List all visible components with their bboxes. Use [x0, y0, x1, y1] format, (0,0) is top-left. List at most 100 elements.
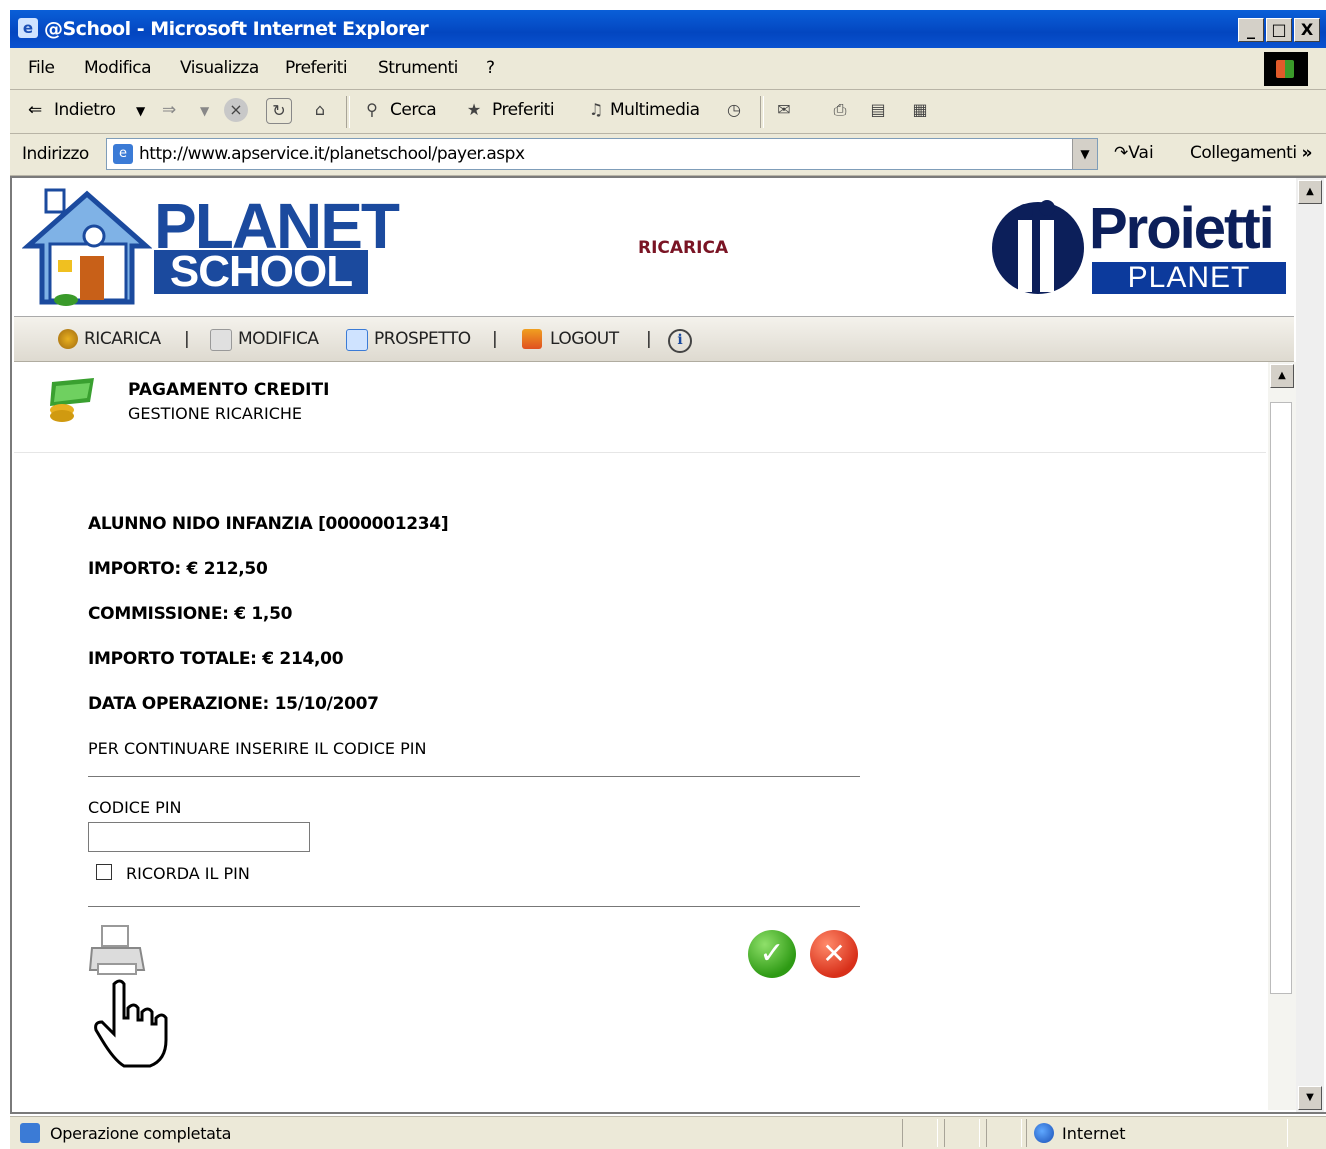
menu-help[interactable]: ? — [486, 58, 495, 78]
report-icon — [346, 329, 368, 351]
go-arrow-icon: ↷ — [1114, 143, 1129, 163]
content-scrollbar[interactable]: ▲ — [1268, 362, 1296, 1110]
scroll-down-icon[interactable]: ▼ — [1298, 1086, 1322, 1110]
toolbar-separator — [760, 96, 764, 128]
status-panel — [944, 1119, 980, 1147]
proietti-logo-icon — [992, 200, 1084, 294]
logout-icon — [522, 329, 542, 349]
page-icon: e — [113, 144, 133, 164]
media-button[interactable]: Multimedia — [610, 100, 700, 120]
nav-modifica[interactable]: MODIFICA — [238, 329, 319, 349]
student-name: ALUNNO NIDO INFANZIA [0000001234] — [88, 514, 449, 534]
discuss-icon[interactable]: ▦ — [908, 98, 932, 122]
pin-input[interactable] — [88, 822, 310, 852]
windows-logo-icon — [1264, 52, 1308, 86]
coin-icon — [58, 329, 78, 349]
pin-instruction: PER CONTINUARE INSERIRE IL CODICE PIN — [88, 739, 427, 758]
section-header: PAGAMENTO CREDITI GESTIONE RICARICHE — [14, 362, 1266, 453]
nav-bar: RICARICA | MODIFICA PROSPETTO | LOGOUT |… — [14, 317, 1294, 362]
back-arrow-icon[interactable]: ⇐ — [28, 100, 42, 120]
amount-value: IMPORTO: € 212,50 — [88, 559, 268, 579]
globe-icon — [1034, 1123, 1054, 1143]
remember-pin-label[interactable]: RICORDA IL PIN — [126, 864, 250, 883]
content-area — [14, 362, 1266, 1112]
media-icon[interactable]: ♫ — [584, 98, 608, 122]
toolbar-separator — [346, 96, 350, 128]
menu-strumenti[interactable]: Strumenti — [378, 58, 458, 78]
stop-icon[interactable]: × — [224, 98, 248, 122]
toolbar: ⇐ Indietro ▼ ⇒ ▼ × ↻ ⌂ ⚲ Cerca ★ Preferi… — [10, 90, 1326, 134]
zone-text: Internet — [1062, 1124, 1126, 1143]
site-header: PLANET SCHOOL RICARICA Proietti PLANET — [14, 180, 1294, 317]
back-dropdown-icon[interactable]: ▼ — [136, 104, 145, 118]
menu-modifica[interactable]: Modifica — [84, 58, 152, 78]
divider — [88, 906, 860, 907]
status-bar: Operazione completata Internet — [10, 1116, 1326, 1149]
scroll-up-icon[interactable]: ▲ — [1298, 180, 1322, 204]
address-url[interactable]: http://www.apservice.it/planetschool/pay… — [139, 144, 525, 164]
page-status-icon — [20, 1123, 40, 1143]
commission-value: COMMISSIONE: € 1,50 — [88, 604, 293, 624]
printer-icon[interactable] — [88, 924, 146, 980]
check-icon: ✓ — [759, 936, 785, 971]
edit-icon[interactable]: ▤ — [866, 98, 890, 122]
go-button[interactable]: ↷Vai — [1114, 143, 1154, 163]
money-icon — [50, 378, 94, 422]
content-scroll-up-icon[interactable]: ▲ — [1270, 364, 1294, 388]
brand-planet-text: PLANET — [1092, 262, 1286, 294]
back-button[interactable]: Indietro — [54, 100, 116, 120]
nav-logout[interactable]: LOGOUT — [550, 329, 619, 349]
links-label: Collegamenti — [1190, 143, 1297, 163]
outer-scrollbar[interactable]: ▲ ▼ — [1296, 178, 1324, 1112]
window-title: @School - Microsoft Internet Explorer — [44, 18, 429, 40]
section-title: PAGAMENTO CREDITI — [128, 380, 330, 400]
status-text: Operazione completata — [50, 1124, 232, 1143]
content-scroll-thumb[interactable] — [1270, 402, 1292, 994]
refresh-icon[interactable]: ↻ — [266, 98, 292, 124]
mail-icon[interactable]: ✉ — [772, 98, 796, 122]
confirm-button[interactable]: ✓ — [748, 930, 796, 978]
nav-separator: | — [492, 329, 498, 349]
nav-ricarica[interactable]: RICARICA — [84, 329, 161, 349]
maximize-button[interactable]: □ — [1266, 18, 1292, 42]
close-button[interactable]: X — [1294, 18, 1320, 42]
ie-icon: e — [18, 18, 38, 38]
minimize-button[interactable]: _ — [1238, 18, 1264, 42]
cancel-button[interactable]: ✕ — [810, 930, 858, 978]
menu-preferiti[interactable]: Preferiti — [285, 58, 348, 78]
remember-pin-checkbox[interactable] — [96, 864, 112, 880]
search-button[interactable]: Cerca — [390, 100, 437, 120]
go-label: Vai — [1128, 143, 1154, 163]
search-icon[interactable]: ⚲ — [360, 98, 384, 122]
favorites-icon[interactable]: ★ — [462, 98, 486, 122]
nav-prospetto[interactable]: PROSPETTO — [374, 329, 471, 349]
window-title-bar: e @School - Microsoft Internet Explorer … — [10, 10, 1326, 48]
page-title: RICARICA — [638, 238, 729, 258]
address-bar: Indirizzo e http://www.apservice.it/plan… — [10, 134, 1326, 176]
links-button[interactable]: Collegamenti » — [1190, 143, 1312, 163]
menu-bar: File Modifica Visualizza Preferiti Strum… — [10, 48, 1326, 90]
edit-icon — [210, 329, 232, 351]
house-logo-icon — [22, 188, 152, 306]
pin-label: CODICE PIN — [88, 798, 182, 817]
logo-school-text: SCHOOL — [154, 250, 368, 294]
brand-proietti-text: Proietti — [1089, 196, 1275, 261]
nav-separator: | — [184, 329, 190, 349]
forward-dropdown-icon[interactable]: ▼ — [200, 104, 209, 118]
address-field[interactable]: e http://www.apservice.it/planetschool/p… — [106, 138, 1098, 170]
status-panel — [902, 1119, 938, 1147]
home-icon[interactable]: ⌂ — [308, 98, 332, 122]
print-icon[interactable]: ⎙ — [828, 98, 852, 122]
total-value: IMPORTO TOTALE: € 214,00 — [88, 649, 344, 669]
address-dropdown-icon[interactable]: ▼ — [1072, 139, 1097, 169]
status-panel — [986, 1119, 1022, 1147]
nav-separator: | — [646, 329, 652, 349]
x-icon: ✕ — [822, 937, 846, 970]
forward-button-icon[interactable]: ⇒ — [162, 100, 176, 120]
history-icon[interactable]: ◷ — [722, 98, 746, 122]
menu-file[interactable]: File — [28, 58, 55, 78]
info-icon[interactable]: i — [668, 329, 692, 353]
favorites-button[interactable]: Preferiti — [492, 100, 555, 120]
menu-visualizza[interactable]: Visualizza — [180, 58, 259, 78]
address-label: Indirizzo — [22, 144, 89, 164]
